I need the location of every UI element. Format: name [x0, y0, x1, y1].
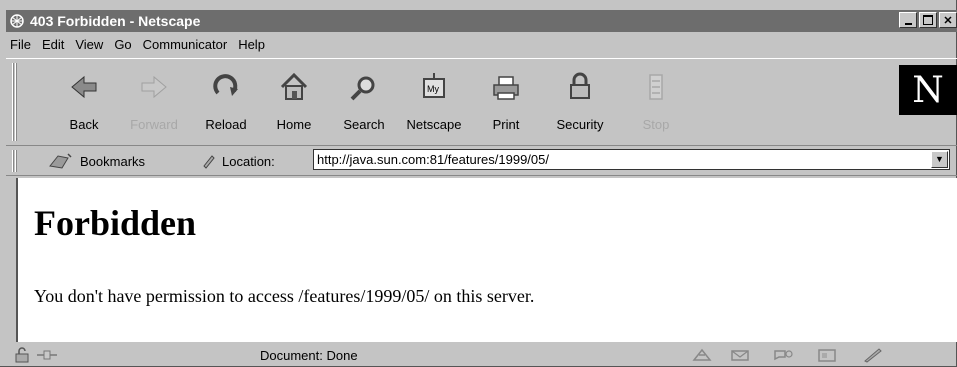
address-book-icon[interactable] [816, 347, 838, 363]
close-button[interactable]: ✕ [939, 12, 957, 28]
menu-view[interactable]: View [75, 37, 103, 52]
svg-text:My: My [427, 84, 439, 94]
print-label: Print [492, 117, 520, 132]
search-icon [350, 76, 375, 101]
netscape-button[interactable]: My Netscape [400, 69, 468, 139]
forward-button[interactable]: Forward [120, 69, 188, 139]
navigation-toolbar: Back Forward Reload Home Search My Netsc… [6, 58, 957, 146]
minimize-button[interactable] [899, 12, 917, 28]
reload-label: Reload [205, 117, 247, 132]
close-icon: ✕ [943, 14, 953, 27]
security-status-icon[interactable] [12, 347, 34, 363]
bookmarks-button[interactable]: Bookmarks [48, 152, 145, 170]
maximize-button[interactable] [919, 12, 937, 28]
print-button[interactable]: Print [472, 69, 540, 139]
search-button[interactable]: Search [330, 69, 398, 139]
page-content: Forbidden You don't have permission to a… [16, 178, 957, 342]
forward-arrow-icon [141, 75, 167, 99]
discussion-component-icon[interactable] [772, 347, 794, 363]
search-label: Search [343, 117, 385, 132]
url-text: http://java.sun.com:81/features/1999/05/ [317, 152, 549, 167]
mail-component-icon[interactable] [730, 347, 752, 363]
browser-window: 403 Forbidden - Netscape ✕ File Edit Vie… [0, 0, 957, 367]
bookmarks-icon [49, 153, 72, 169]
back-label: Back [69, 117, 99, 132]
composer-component-icon[interactable] [862, 347, 884, 363]
menu-bar: File Edit View Go Communicator Help [6, 34, 957, 54]
lock-icon [570, 72, 590, 99]
menu-file[interactable]: File [10, 37, 31, 52]
bookmarks-label: Bookmarks [80, 153, 146, 169]
maximize-icon [923, 15, 933, 25]
error-message: You don't have permission to access /fea… [34, 286, 535, 306]
url-dropdown-button[interactable]: ▼ [931, 151, 948, 168]
window-controls: ✕ [899, 12, 957, 28]
page-heading: Forbidden [34, 203, 197, 243]
status-text: Document: Done [260, 348, 358, 363]
reload-icon [213, 74, 238, 96]
reload-button[interactable]: Reload [192, 69, 260, 139]
netscape-logo[interactable]: N [899, 65, 957, 115]
connection-status-icon[interactable] [36, 347, 58, 363]
window-title: 403 Forbidden - Netscape [30, 13, 201, 29]
security-button[interactable]: Security [546, 69, 614, 139]
back-arrow-icon [71, 75, 97, 99]
home-icon [280, 72, 308, 100]
navigator-component-icon[interactable] [691, 347, 713, 363]
chevron-down-icon: ▼ [935, 154, 944, 164]
stop-button[interactable]: Stop [622, 69, 690, 139]
minimize-icon [904, 22, 912, 25]
stop-label: Stop [642, 117, 670, 132]
back-button[interactable]: Back [50, 69, 118, 139]
menu-communicator[interactable]: Communicator [143, 37, 228, 52]
location-label: Location: [222, 153, 275, 169]
netscape-icon: My [423, 73, 445, 98]
toolbar-grip[interactable] [12, 63, 18, 141]
title-bar[interactable]: 403 Forbidden - Netscape ✕ [6, 10, 957, 32]
url-input[interactable]: http://java.sun.com:81/features/1999/05/… [313, 149, 950, 170]
location-toolbar: Bookmarks Location: http://java.sun.com:… [6, 146, 957, 176]
security-label: Security [556, 117, 604, 132]
page-proxy-icon[interactable] [200, 152, 218, 170]
stop-icon [649, 74, 663, 100]
forward-label: Forward [130, 117, 178, 132]
netscape-app-icon [10, 14, 24, 28]
printer-icon [493, 76, 519, 100]
netscape-label: Netscape [406, 117, 462, 132]
menu-help[interactable]: Help [238, 37, 265, 52]
home-label: Home [276, 117, 312, 132]
menu-go[interactable]: Go [114, 37, 131, 52]
menu-edit[interactable]: Edit [42, 37, 64, 52]
status-bar: Document: Done [6, 344, 957, 366]
location-grip[interactable] [12, 150, 18, 172]
location-label-group: Location: [200, 152, 275, 170]
home-button[interactable]: Home [260, 69, 328, 139]
